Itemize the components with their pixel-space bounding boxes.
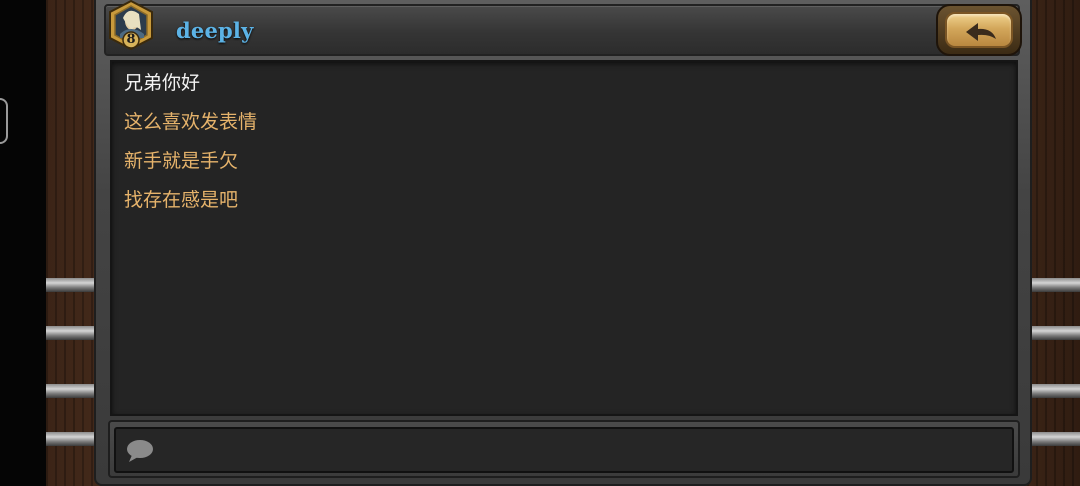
- screen-edge: [0, 0, 46, 486]
- back-button[interactable]: [936, 4, 1022, 56]
- chat-bubble-icon: [126, 438, 154, 468]
- back-arrow-icon: [966, 23, 996, 41]
- side-handle[interactable]: [0, 98, 8, 144]
- chat-message: 找存在感是吧: [124, 189, 239, 211]
- player-level-badge: 8: [126, 32, 136, 47]
- player-name: deeply: [176, 18, 254, 43]
- chat-input[interactable]: [114, 427, 1014, 473]
- chat-message-area[interactable]: 兄弟你好 这么喜欢发表情 新手就是手欠 找存在感是吧: [110, 60, 1018, 416]
- chat-message: 新手就是手欠: [124, 150, 239, 172]
- chat-message: 兄弟你好: [124, 72, 201, 94]
- chat-message: 这么喜欢发表情: [124, 111, 258, 133]
